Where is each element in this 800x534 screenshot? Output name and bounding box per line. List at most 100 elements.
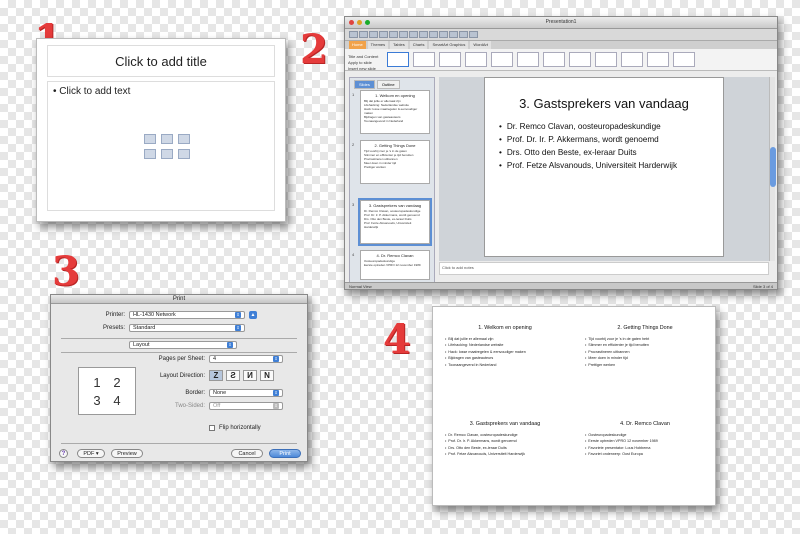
layout-thumb[interactable] xyxy=(413,52,435,67)
tab-outline[interactable]: Outline xyxy=(376,80,400,89)
handout-slide-3: 3. Gastsprekers van vandaag Dr. Remco Cl… xyxy=(445,421,565,458)
slide-number: 3 xyxy=(352,202,355,207)
scrollbar-thumb[interactable] xyxy=(770,147,776,187)
slide-bullets[interactable]: Dr. Remco Clavan, oosteuropadeskundige P… xyxy=(499,122,677,174)
direction-n-icon[interactable]: И xyxy=(243,370,257,381)
direction-n-reverse-icon[interactable]: N xyxy=(260,370,274,381)
thumbnail-line: Eerste optreden VPRO 12 november 1989 xyxy=(364,263,421,267)
apply-option[interactable]: Apply to slide xyxy=(348,60,378,65)
presets-label: Presets: xyxy=(102,325,125,331)
pdf-button[interactable]: PDF ▾ xyxy=(77,449,105,458)
tab-wordart[interactable]: WordArt xyxy=(470,41,491,49)
slide-canvas: 3. Gastsprekers van vandaag Dr. Remco Cl… xyxy=(439,77,769,261)
border-value: None xyxy=(213,390,227,396)
tab-slides[interactable]: Slides xyxy=(354,80,375,89)
two-sided-row: Two-Sided: Off ⇕ xyxy=(143,402,283,410)
section-value: Layout xyxy=(133,342,150,348)
presets-row: Presets: Standard ⇕ xyxy=(81,324,245,332)
layout-thumb[interactable] xyxy=(569,52,591,67)
media-icon[interactable] xyxy=(178,149,190,159)
layout-thumb[interactable] xyxy=(387,52,409,67)
text-box-icon[interactable] xyxy=(409,31,418,38)
tab-charts[interactable]: Charts xyxy=(409,41,428,49)
table-icon[interactable] xyxy=(144,134,156,144)
picture-icon[interactable] xyxy=(419,31,428,38)
chevron-updown-icon: ⇕ xyxy=(273,390,279,396)
preview-button[interactable]: Preview xyxy=(111,449,143,458)
presets-select[interactable]: Standard ⇕ xyxy=(129,324,245,332)
print-button[interactable]: Print xyxy=(269,449,301,458)
chevron-updown-icon: ⇕ xyxy=(235,325,241,331)
thumbnail-title: 2. Getting Things Done xyxy=(374,143,416,148)
tab-tables[interactable]: Tables xyxy=(390,41,408,49)
layout-thumb[interactable] xyxy=(517,52,539,67)
pages-per-sheet-select[interactable]: 4 ⇕ xyxy=(209,355,283,363)
media-icon[interactable] xyxy=(449,31,458,38)
chart-icon[interactable] xyxy=(161,134,173,144)
layout-thumb[interactable] xyxy=(491,52,513,67)
open-icon[interactable] xyxy=(359,31,368,38)
print-icon[interactable] xyxy=(379,31,388,38)
shapes-icon[interactable] xyxy=(429,31,438,38)
vertical-scrollbar[interactable] xyxy=(769,77,776,261)
divider xyxy=(61,352,297,353)
layout-thumb[interactable] xyxy=(595,52,617,67)
slide-bullet: Prof. Fetze Alsvanouds, Universiteit Har… xyxy=(499,161,677,170)
cancel-button[interactable]: Cancel xyxy=(231,449,263,458)
slideshow-icon[interactable] xyxy=(459,31,468,38)
content-icon-grid xyxy=(144,134,190,159)
layout-direction-row: Layout Direction: Z Ƨ И N xyxy=(143,370,274,381)
handout-slide-1: 1. Welkom en opening Blij dat jullie er … xyxy=(445,325,565,368)
layout-options: Title and Content Apply to slide Insert … xyxy=(348,54,378,72)
clipart-icon[interactable] xyxy=(161,149,173,159)
printer-label: Printer: xyxy=(105,312,125,318)
new-icon[interactable] xyxy=(349,31,358,38)
redo-icon[interactable] xyxy=(399,31,408,38)
divider xyxy=(61,443,297,444)
slide-thumbnail-4[interactable]: 4. Dr. Remco Clavan Oosteuropadeskundige… xyxy=(360,250,430,280)
save-icon[interactable] xyxy=(369,31,378,38)
slide-bullet: Dr. Remco Clavan, oosteuropadeskundige xyxy=(499,122,677,131)
print-dialog: Print Printer: HL-1430 Network ⇕ ▲ Prese… xyxy=(50,294,308,462)
undo-icon[interactable] xyxy=(389,31,398,38)
layout-gallery xyxy=(345,49,777,71)
insert-option[interactable]: Insert new slide xyxy=(348,66,378,71)
smartart-icon[interactable] xyxy=(178,134,190,144)
section-select[interactable]: Layout ⇕ xyxy=(129,341,237,349)
direction-s-icon[interactable]: Ƨ xyxy=(226,370,240,381)
picture-icon[interactable] xyxy=(144,149,156,159)
help-button[interactable]: ? xyxy=(59,449,68,458)
notes-pane[interactable]: Click to add notes xyxy=(439,262,769,275)
zoom-icon[interactable] xyxy=(469,31,478,38)
printer-row: Printer: HL-1430 Network ⇕ ▲ xyxy=(81,311,257,319)
tab-smartart[interactable]: SmartArt Graphics xyxy=(429,41,469,49)
printer-select[interactable]: HL-1430 Network ⇕ xyxy=(129,311,245,319)
expand-dialog-icon[interactable]: ▲ xyxy=(249,311,257,319)
layout-thumb[interactable] xyxy=(543,52,565,67)
handout-slide-title: 3. Gastsprekers van vandaag xyxy=(469,421,541,427)
slide-thumbnail-1[interactable]: 1. Welkom en opening Blij dat jullie er … xyxy=(360,90,430,134)
body-placeholder[interactable]: • Click to add text xyxy=(47,81,275,211)
tab-home[interactable]: Home xyxy=(349,41,366,49)
flip-horizontally-checkbox[interactable] xyxy=(209,425,215,431)
direction-z-icon[interactable]: Z xyxy=(209,370,223,381)
layout-thumb[interactable] xyxy=(673,52,695,67)
two-sided-select[interactable]: Off ⇕ xyxy=(209,402,283,410)
layout-thumb[interactable] xyxy=(465,52,487,67)
title-placeholder[interactable]: Click to add title xyxy=(47,45,275,77)
slide-thumbnail-2[interactable]: 2. Getting Things Done Tijd voorbij zoor… xyxy=(360,140,430,184)
chevron-updown-icon: ⇕ xyxy=(227,342,233,348)
table-icon[interactable] xyxy=(439,31,448,38)
slide-bullet: Drs. Otto den Beste, ex-leraar Duits xyxy=(499,148,677,157)
slide-bullet: Prof. Dr. Ir. P. Akkermans, wordt genoem… xyxy=(499,135,677,144)
tab-themes[interactable]: Themes xyxy=(367,41,389,49)
slide-title[interactable]: 3. Gastsprekers van vandaag xyxy=(485,96,723,111)
thumbnail-title: 3. Gastsprekers van vandaag xyxy=(368,203,422,208)
border-select[interactable]: None ⇕ xyxy=(209,389,283,397)
current-slide[interactable]: 3. Gastsprekers van vandaag Dr. Remco Cl… xyxy=(484,77,724,257)
layout-thumb[interactable] xyxy=(439,52,461,67)
layout-thumb[interactable] xyxy=(647,52,669,67)
view-mode[interactable]: Normal View xyxy=(349,284,372,289)
layout-thumb[interactable] xyxy=(621,52,643,67)
slide-thumbnail-3[interactable]: 3. Gastsprekers van vandaag Dr. Remco Cl… xyxy=(358,198,432,246)
